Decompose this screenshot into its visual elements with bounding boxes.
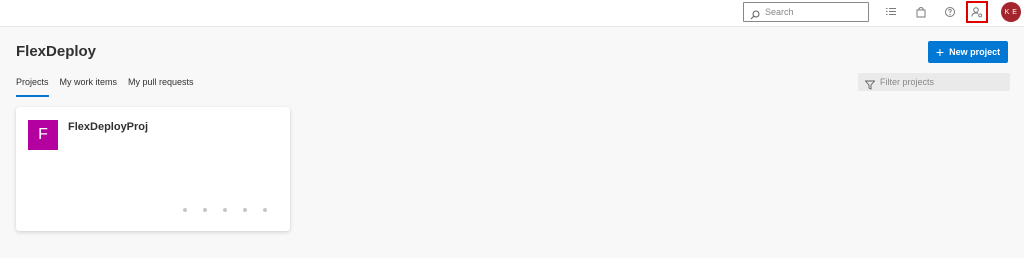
user-settings-icon[interactable] (966, 1, 988, 23)
filter-box[interactable] (858, 73, 1010, 91)
project-card[interactable]: F FlexDeployProj (16, 107, 290, 231)
tab-projects[interactable]: Projects (16, 76, 49, 97)
top-bar: K E (0, 0, 1024, 27)
project-avatar: F (28, 120, 58, 150)
filter-icon (864, 77, 876, 90)
search-input[interactable] (765, 7, 860, 17)
dot-indicator (183, 208, 187, 212)
page-title: FlexDeploy (16, 43, 97, 60)
project-name[interactable]: FlexDeployProj (68, 121, 148, 133)
list-icon[interactable] (883, 4, 899, 20)
tab-list: Projects My work items My pull requests (16, 76, 205, 98)
card-dots (183, 208, 283, 212)
new-project-label: New project (949, 47, 1001, 57)
filter-input[interactable] (880, 77, 1005, 87)
search-icon (750, 7, 760, 20)
tab-my-work-items[interactable]: My work items (60, 76, 118, 96)
shopping-bag-icon[interactable] (913, 4, 929, 20)
avatar[interactable]: K E (1001, 2, 1021, 22)
dot-indicator (223, 208, 227, 212)
tab-my-pull-requests[interactable]: My pull requests (128, 76, 194, 96)
dot-indicator (243, 208, 247, 212)
search-box[interactable] (743, 2, 869, 22)
new-project-button[interactable]: + New project (928, 41, 1008, 63)
help-icon[interactable] (942, 4, 958, 20)
plus-icon: + (935, 44, 945, 60)
dot-indicator (263, 208, 267, 212)
dot-indicator (203, 208, 207, 212)
